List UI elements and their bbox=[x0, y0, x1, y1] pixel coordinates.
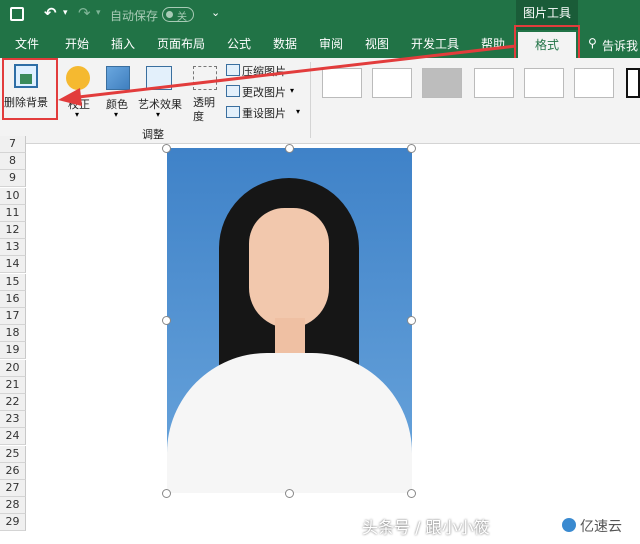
arrow-head bbox=[58, 88, 82, 106]
row-header[interactable]: 16 bbox=[0, 290, 26, 308]
resize-handle-top-right[interactable] bbox=[407, 144, 416, 153]
resize-handle-right[interactable] bbox=[407, 316, 416, 325]
resize-handle-bottom-left[interactable] bbox=[162, 489, 171, 498]
row-header[interactable]: 10 bbox=[0, 187, 26, 205]
row-header[interactable]: 22 bbox=[0, 394, 26, 411]
row-header[interactable]: 24 bbox=[0, 428, 26, 446]
row-header[interactable]: 11 bbox=[0, 204, 26, 222]
watermark-text: 头条号 / 跟小小筱 bbox=[362, 518, 490, 537]
row-header[interactable]: 13 bbox=[0, 239, 26, 257]
row-header[interactable]: 19 bbox=[0, 342, 26, 360]
resize-handle-bottom-right[interactable] bbox=[407, 489, 416, 498]
row-header[interactable]: 25 bbox=[0, 445, 26, 463]
row-header[interactable]: 26 bbox=[0, 462, 26, 480]
resize-handle-top-left[interactable] bbox=[162, 144, 171, 153]
row-header[interactable]: 12 bbox=[0, 222, 26, 239]
worksheet[interactable]: 7 8 9 10 11 12 13 14 15 16 17 18 19 20 21 22 23 24 25 26 27 2… bbox=[0, 136, 640, 544]
row-header[interactable]: 21 bbox=[0, 376, 26, 394]
row-header[interactable]: 23 bbox=[0, 411, 26, 429]
row-header[interactable]: 17 bbox=[0, 308, 26, 325]
face-shape bbox=[249, 208, 329, 328]
resize-handle-bottom[interactable] bbox=[285, 489, 294, 498]
row-header[interactable]: 29 bbox=[0, 514, 26, 532]
row-header[interactable]: 7 bbox=[0, 136, 26, 153]
arrow-line bbox=[69, 44, 517, 100]
neck-shape bbox=[275, 318, 305, 358]
row-header[interactable]: 14 bbox=[0, 256, 26, 274]
white-shirt-shape bbox=[167, 353, 412, 493]
row-header[interactable]: 27 bbox=[0, 480, 26, 497]
resize-handle-top[interactable] bbox=[285, 144, 294, 153]
row-header[interactable]: 28 bbox=[0, 497, 26, 515]
watermark-logo-icon bbox=[562, 518, 576, 532]
portrait-photo[interactable] bbox=[167, 148, 412, 493]
row-header[interactable]: 8 bbox=[0, 153, 26, 171]
resize-handle-left[interactable] bbox=[162, 316, 171, 325]
row-header[interactable]: 18 bbox=[0, 325, 26, 343]
row-header[interactable]: 9 bbox=[0, 170, 26, 188]
watermark-logo-text: 亿速云 bbox=[580, 519, 622, 535]
row-header[interactable]: 20 bbox=[0, 359, 26, 377]
row-header[interactable]: 15 bbox=[0, 273, 26, 291]
annotation-arrow bbox=[58, 44, 517, 106]
